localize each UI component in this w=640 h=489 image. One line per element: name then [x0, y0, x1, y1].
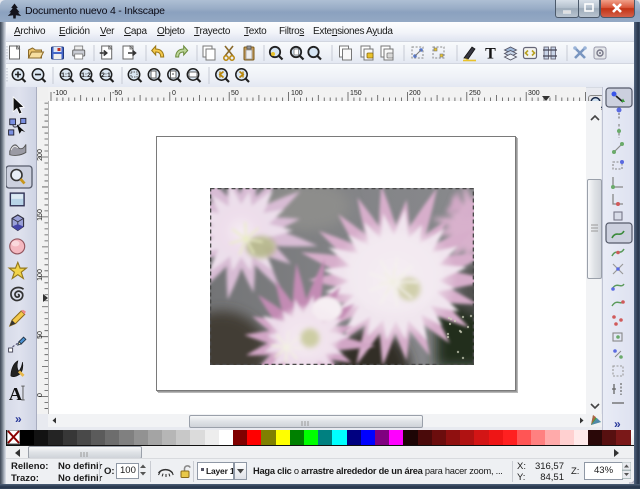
svg-text:150: 150	[37, 209, 44, 221]
svg-text:100: 100	[291, 90, 303, 97]
svg-text:200: 200	[409, 90, 421, 97]
svg-text:100: 100	[37, 269, 44, 281]
svg-text:50: 50	[37, 331, 44, 339]
svg-text:1:1: 1:1	[61, 72, 71, 79]
svg-text:-100: -100	[53, 90, 67, 97]
svg-text:»: »	[614, 417, 621, 430]
svg-text:-50: -50	[112, 90, 122, 97]
svg-text:»: »	[15, 412, 22, 426]
svg-text:250: 250	[469, 90, 481, 97]
svg-text:300: 300	[528, 90, 540, 97]
svg-text:1:2: 1:2	[81, 72, 91, 79]
svg-text:50: 50	[231, 90, 239, 97]
svg-text:2:1: 2:1	[101, 72, 111, 79]
svg-text:200: 200	[37, 149, 44, 161]
svg-text:T: T	[485, 46, 496, 63]
svg-text:0: 0	[37, 393, 44, 397]
svg-text:0: 0	[172, 90, 176, 97]
svg-text:150: 150	[350, 90, 362, 97]
svg-text:A: A	[9, 384, 23, 404]
